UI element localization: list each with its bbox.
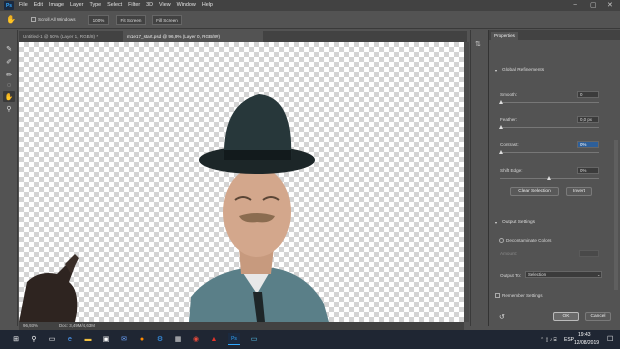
edge-browser-icon[interactable]: e (64, 333, 76, 345)
windows-start-icon[interactable]: ⊞ (10, 333, 22, 345)
menu-help[interactable]: Help (199, 0, 216, 11)
options-bar: ✋ Scroll All Windows 100% Fit Screen Fil… (0, 11, 620, 29)
chrome-icon[interactable]: ◉ (190, 333, 202, 345)
document-canvas[interactable] (19, 42, 464, 322)
scroll-all-windows-label: Scroll All Windows (38, 17, 76, 22)
system-tray-icons[interactable]: ⌃ ▯ ♪ ⌸ (540, 337, 557, 343)
menu-edit[interactable]: Edit (31, 0, 46, 11)
zoom-100-button[interactable]: 100% (88, 15, 109, 25)
menu-view[interactable]: View (156, 0, 174, 11)
brush-tool-icon[interactable]: ✏ (3, 69, 15, 80)
contrast-label: Contrast: (500, 142, 519, 147)
smooth-slider[interactable] (500, 102, 599, 103)
output-to-select[interactable]: Selection (525, 271, 602, 278)
document-tabs: Untitled-1 @ 50% (Layer 1, RGB/8) * m1e1… (19, 31, 467, 42)
menu-image[interactable]: Image (46, 0, 67, 11)
search-icon[interactable]: ⚲ (28, 333, 40, 345)
chevron-down-icon[interactable]: ▾ (495, 68, 497, 73)
refine-edge-brush-icon[interactable]: ✐ (3, 56, 15, 67)
portrait-image (19, 94, 329, 322)
amount-label: Amount: (500, 251, 518, 256)
lasso-tool-icon[interactable]: ◌ (3, 80, 15, 91)
maximize-button[interactable]: ▢ (590, 0, 597, 11)
global-refinements-heading: Global Refinements (502, 68, 545, 73)
contrast-slider[interactable] (500, 152, 599, 153)
task-view-icon[interactable]: ▭ (46, 333, 58, 345)
output-settings-heading: Output Settings (502, 220, 536, 225)
menu-bar: Ps File Edit Image Layer Type Select Fil… (0, 0, 620, 11)
decontaminate-label: Decontaminate Colors (506, 238, 552, 243)
notifications-icon[interactable]: ☐ (607, 335, 613, 343)
photoshop-taskbar-icon[interactable]: Ps (228, 333, 240, 345)
zoom-level[interactable]: 96,93% (23, 322, 38, 330)
zoom-tool-icon[interactable]: ⚲ (3, 103, 15, 114)
menu-3d[interactable]: 3D (143, 0, 156, 11)
smooth-slider-knob[interactable] (499, 100, 503, 104)
keyboard-language[interactable]: ESP (564, 337, 574, 343)
firefox-icon[interactable]: ● (136, 333, 148, 345)
properties-scrollbar[interactable] (614, 140, 618, 290)
mail-icon[interactable]: ✉ (118, 333, 130, 345)
doc-size: Doc: 3,49M/4,63M (59, 323, 95, 328)
scroll-all-windows-checkbox[interactable] (31, 17, 36, 22)
hand-tool-preset-icon[interactable]: ✋ (6, 15, 16, 24)
feather-slider[interactable] (500, 127, 599, 128)
hand-tool-icon[interactable]: ✋ (3, 91, 15, 102)
menu-type[interactable]: Type (86, 0, 104, 11)
contrast-slider-knob[interactable] (499, 150, 503, 154)
calculator-icon[interactable]: ▦ (172, 333, 184, 345)
clear-selection-button[interactable]: Clear Selection (510, 187, 559, 196)
feather-label: Feather: (500, 117, 518, 122)
output-to-label: Output To: (500, 273, 522, 278)
close-button[interactable]: ✕ (607, 0, 613, 11)
properties-panel: Properties ▾ Global Refinements Smooth: … (488, 30, 620, 326)
contrast-input[interactable]: 0% (577, 141, 599, 148)
minimize-button[interactable]: − (573, 0, 577, 11)
menu-filter[interactable]: Filter (125, 0, 143, 11)
decontaminate-checkbox[interactable] (499, 238, 504, 243)
menu-layer[interactable]: Layer (67, 0, 87, 11)
quick-selection-tool-icon[interactable]: ✎ (3, 43, 15, 54)
cancel-button[interactable]: Cancel (585, 312, 611, 321)
menu-window[interactable]: Window (174, 0, 199, 11)
panel-icon-strip: ⇅ (470, 30, 488, 326)
smooth-input[interactable]: 0 (577, 91, 599, 98)
file-explorer-icon[interactable]: ▬ (82, 333, 94, 345)
tab-untitled-1[interactable]: Untitled-1 @ 50% (Layer 1, RGB/8) * (19, 31, 123, 42)
ok-button[interactable]: OK (553, 312, 579, 321)
clock-time[interactable]: 19:43 (578, 332, 591, 338)
clock-date[interactable]: 12/08/2019 (574, 340, 599, 346)
fill-screen-button[interactable]: Fill Screen (152, 15, 182, 25)
remember-settings-checkbox[interactable] (495, 293, 500, 298)
tools-panel: ✎ ✐ ✏ ◌ ✋ ⚲ (0, 30, 18, 326)
tab-m1e17-start[interactable]: m1e17_start.psd @ 96,9% (Layer 0, RGB/8#… (123, 31, 263, 42)
feather-input[interactable]: 0,0 px (577, 116, 599, 123)
acrobat-icon[interactable]: ▲ (208, 333, 220, 345)
shift-edge-slider-knob[interactable] (547, 176, 551, 180)
shift-edge-input[interactable]: 0% (577, 167, 599, 174)
canvas-vertical-scrollbar[interactable] (464, 42, 469, 322)
menu-file[interactable]: File (16, 0, 31, 11)
menu-select[interactable]: Select (104, 0, 125, 11)
store-icon[interactable]: ▣ (100, 333, 112, 345)
amount-input[interactable] (579, 250, 599, 257)
properties-header: Properties (489, 30, 620, 40)
shift-edge-label: Shift Edge: (500, 168, 523, 173)
invert-button[interactable]: Invert (566, 187, 592, 196)
properties-panel-icon[interactable]: ⇅ (475, 40, 481, 48)
smooth-label: Smooth: (500, 92, 518, 97)
settings-gear-icon[interactable]: ⚙ (154, 333, 166, 345)
reset-icon[interactable]: ↺ (499, 313, 505, 321)
chevron-down-icon[interactable]: ⌄ (597, 272, 600, 277)
photos-app-icon[interactable]: ▭ (248, 333, 260, 345)
chevron-down-icon[interactable]: ▾ (495, 220, 497, 225)
remember-settings-label: Remember Settings (502, 293, 543, 298)
fit-screen-button[interactable]: Fit Screen (116, 15, 146, 25)
feather-slider-knob[interactable] (499, 125, 503, 129)
status-bar: 96,93% Doc: 3,49M/4,63M (19, 322, 464, 330)
photoshop-logo-icon: Ps (4, 1, 14, 10)
tab-properties[interactable]: Properties (491, 32, 518, 40)
